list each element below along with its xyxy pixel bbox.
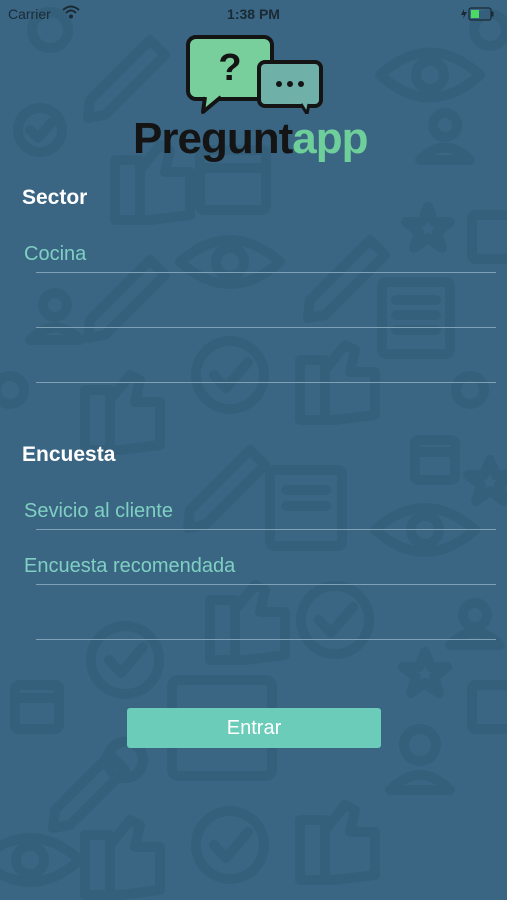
pencil-icon bbox=[83, 35, 170, 123]
thumbs-up-icon bbox=[80, 815, 165, 900]
encuesta-title: Encuesta bbox=[22, 443, 116, 466]
sector-divider bbox=[36, 272, 496, 273]
encuesta-option-servicio[interactable]: Sevicio al cliente bbox=[24, 500, 173, 523]
star-icon bbox=[401, 202, 455, 253]
calendar-icon bbox=[467, 680, 507, 734]
check-circle-icon bbox=[296, 581, 374, 659]
calendar-icon bbox=[467, 210, 507, 264]
eye-icon bbox=[0, 833, 85, 887]
encuesta-option-recomendada[interactable]: Encuesta recomendada bbox=[24, 555, 235, 578]
encuesta-divider bbox=[36, 529, 496, 530]
user-icon bbox=[25, 288, 85, 345]
document-icon bbox=[265, 465, 347, 551]
sector-option-cocina[interactable]: Cocina bbox=[24, 243, 86, 266]
status-time: 1:38 PM bbox=[227, 6, 280, 22]
calendar-icon bbox=[410, 435, 460, 485]
encuesta-divider bbox=[36, 584, 496, 585]
eye-icon bbox=[370, 503, 480, 557]
check-circle-icon bbox=[86, 621, 164, 699]
thumbs-up-icon bbox=[295, 800, 380, 885]
sector-divider bbox=[36, 327, 496, 328]
thumbs-up-icon bbox=[205, 580, 290, 665]
star-icon bbox=[398, 647, 452, 698]
pencil-icon bbox=[183, 445, 270, 533]
document-icon bbox=[377, 277, 455, 359]
eye-icon bbox=[175, 235, 285, 289]
sector-title: Sector bbox=[22, 186, 88, 209]
logo-chat-icon: ? bbox=[186, 35, 323, 114]
pencil-icon bbox=[48, 750, 130, 833]
pencil-icon bbox=[303, 235, 390, 323]
user-icon bbox=[385, 724, 455, 795]
gear-icon bbox=[451, 371, 489, 409]
entrar-button[interactable]: Entrar bbox=[127, 708, 381, 748]
svg-text:?: ? bbox=[218, 47, 241, 89]
check-circle-icon bbox=[191, 806, 269, 884]
status-bar: Carrier 1:38 PM bbox=[0, 0, 507, 28]
check-circle-icon bbox=[191, 336, 269, 414]
gear-icon bbox=[0, 371, 29, 409]
thumbs-up-icon bbox=[80, 370, 165, 455]
check-circle-icon bbox=[13, 103, 67, 157]
eye-icon bbox=[375, 47, 485, 103]
battery-icon bbox=[461, 7, 494, 21]
calendar-icon bbox=[10, 680, 64, 734]
encuesta-divider bbox=[36, 639, 496, 640]
user-icon bbox=[415, 108, 475, 165]
logo-wordmark: Preguntapp bbox=[133, 114, 368, 163]
sector-divider bbox=[36, 382, 496, 383]
star-icon bbox=[463, 455, 507, 506]
